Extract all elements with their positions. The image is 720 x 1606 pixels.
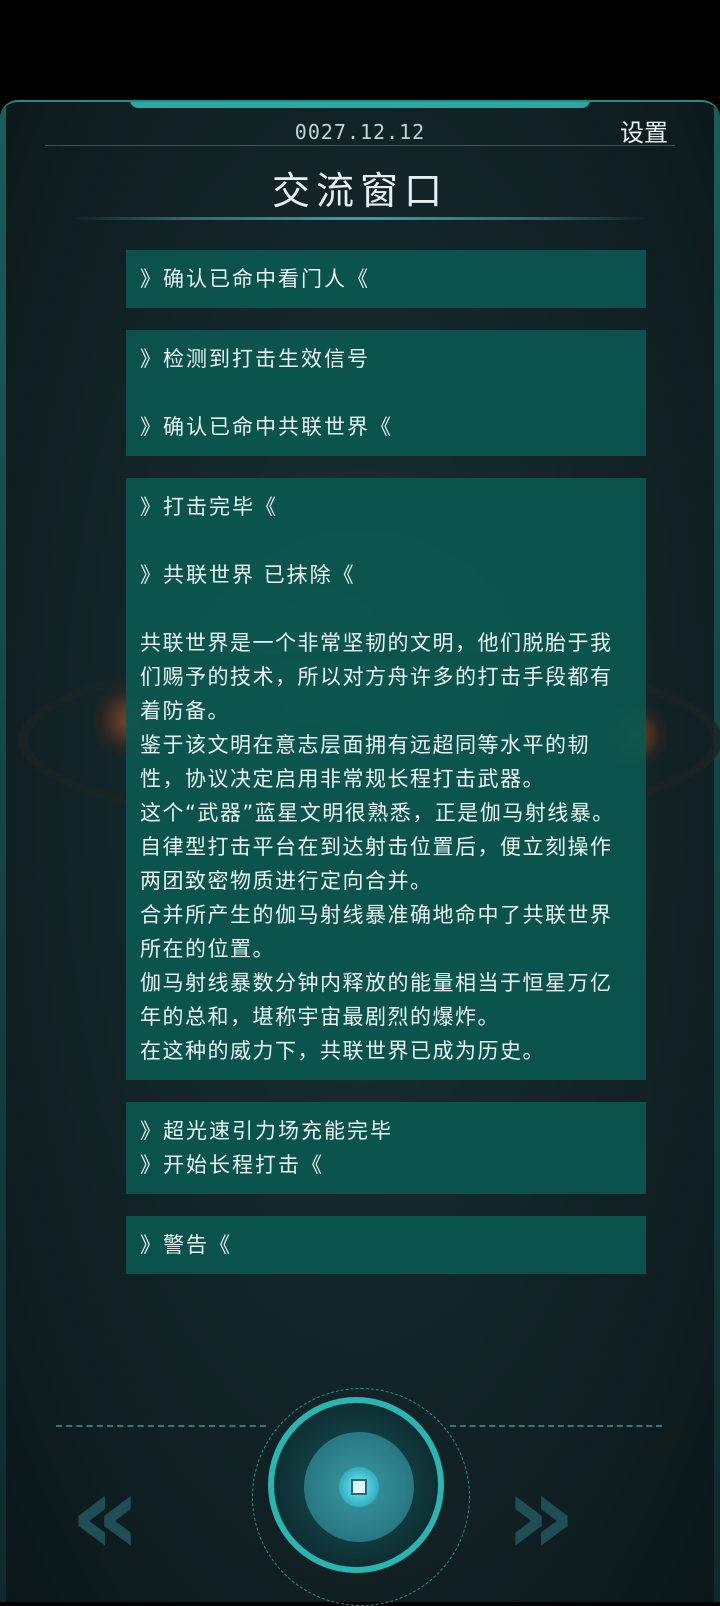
message-line: 这个“武器”蓝星文明很熟悉，正是伽马射线暴。 [140, 801, 615, 825]
message-line: 》共联世界 已抹除《 [140, 563, 356, 587]
message-card: 》确认已命中看门人《 [126, 250, 646, 308]
message-line: 》警告《 [140, 1233, 232, 1257]
message-line: 自律型打击平台在到达射击位置后，便立刻操作两团致密物质进行定向合并。 [140, 835, 613, 893]
message-line: 》超光速引力场充能完毕 [140, 1119, 393, 1143]
message-line: 》打击完毕《 [140, 495, 278, 519]
message-card: 》警告《 [126, 1216, 646, 1274]
message-line: 在这种的威力下，共联世界已成为历史。 [140, 1039, 545, 1063]
header-divider [45, 145, 675, 146]
center-button-icon [351, 1479, 367, 1495]
message-line: 》确认已命中共联世界《 [140, 415, 393, 439]
frame-edge-left [0, 102, 6, 1602]
message-line: 》开始长程打击《 [140, 1153, 324, 1177]
dashed-line-left [56, 1425, 266, 1427]
message-line [140, 592, 632, 626]
frame-edge-right [714, 102, 720, 1602]
message-line: 》确认已命中看门人《 [140, 267, 370, 291]
double-chevron-right-icon[interactable]: » [505, 1460, 576, 1570]
message-line: 合并所产生的伽马射线暴准确地命中了共联世界所在的位置。 [140, 903, 613, 961]
message-line: 》检测到打击生效信号 [140, 347, 370, 371]
message-line: 共联世界是一个非常坚韧的文明，他们脱胎于我们赐予的技术，所以对方舟许多的打击手段… [140, 631, 613, 723]
date-label: 0027.12.12 [294, 120, 426, 144]
message-card: 》检测到打击生效信号 》确认已命中共联世界《 [126, 330, 646, 456]
message-line: 伽马射线暴数分钟内释放的能量相当于恒星万亿年的总和，堪称宇宙最剧烈的爆炸。 [140, 971, 613, 1029]
double-chevron-left-icon[interactable]: « [70, 1460, 141, 1570]
message-card: 》超光速引力场充能完毕 》开始长程打击《 [126, 1102, 646, 1194]
message-line [140, 524, 632, 558]
message-list[interactable]: 》确认已命中看门人《 》检测到打击生效信号 》确认已命中共联世界《 》打击完毕《 》共联… [126, 250, 646, 1355]
top-glow-bar [130, 102, 590, 108]
message-line [140, 376, 632, 410]
page-title: 交流窗口 [271, 169, 448, 213]
title-divider [70, 217, 650, 220]
dashed-line-right [450, 1425, 662, 1427]
message-card: 》打击完毕《》共联世界 已抹除《共联世界是一个非常坚韧的文明，他们脱胎于我们赐予… [126, 478, 646, 1080]
settings-button[interactable]: 设置 [620, 113, 668, 148]
message-line: 鉴于该文明在意志层面拥有远超同等水平的韧性，协议决定启用非常规长程打击武器。 [140, 733, 590, 791]
